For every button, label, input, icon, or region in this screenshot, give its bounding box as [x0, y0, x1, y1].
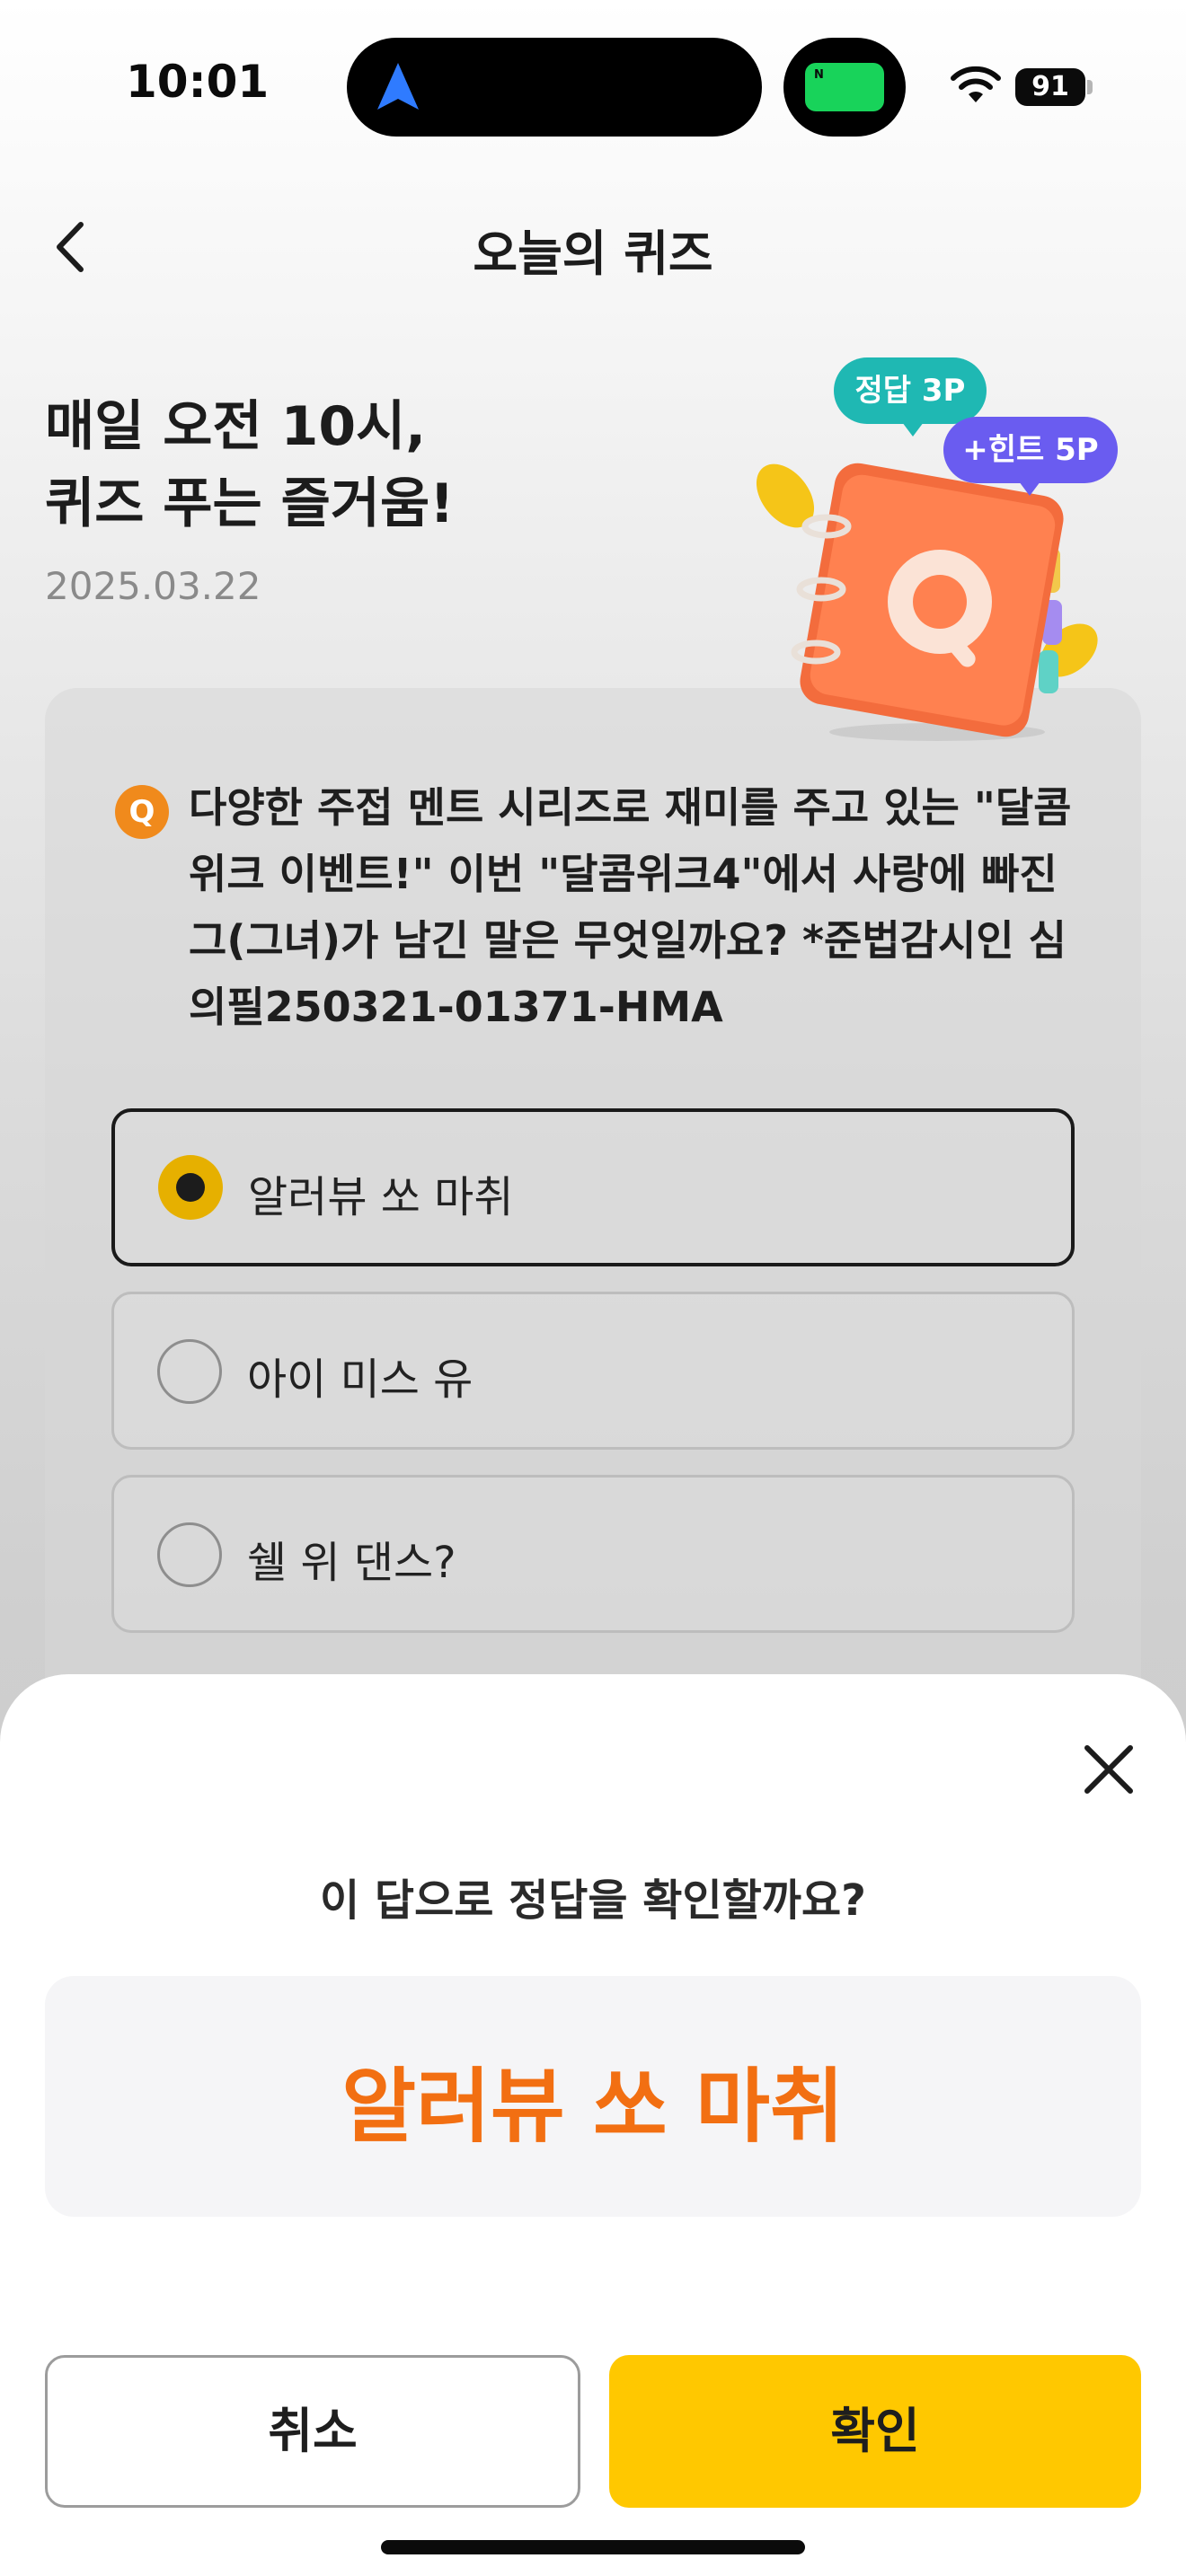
option-label: 쉘 위 댄스?: [247, 1538, 456, 1588]
quiz-date: 2025.03.22: [45, 564, 261, 608]
status-time: 10:01: [126, 56, 270, 108]
confirm-question: 이 답으로 정답을 확인할까요?: [320, 1875, 866, 1926]
live-activity[interactable]: N: [783, 38, 906, 137]
option-label: 아이 미스 유: [247, 1354, 474, 1405]
radio-icon[interactable]: [157, 1522, 222, 1587]
radio-icon[interactable]: [157, 1339, 222, 1404]
app-glyph-icon: N: [805, 63, 884, 111]
hero-title-line1: 매일 오전 10시,: [45, 395, 427, 458]
page-title: 오늘의 퀴즈: [473, 225, 713, 282]
option-2[interactable]: 아이 미스 유: [111, 1292, 1075, 1450]
radio-selected-icon[interactable]: [158, 1155, 223, 1220]
bubble-answer-points: 정답 3P: [834, 357, 987, 437]
home-indicator[interactable]: [381, 2540, 805, 2554]
option-1[interactable]: 알러뷰 쏘 마취: [111, 1108, 1075, 1266]
close-icon[interactable]: [1076, 1737, 1141, 1802]
selected-answer-text: 알러뷰 쏘 마취: [341, 2060, 845, 2154]
option-3[interactable]: 쉘 위 댄스?: [111, 1475, 1075, 1633]
battery-cap: [1087, 80, 1093, 94]
bubble-hint-points: +힌트 5P: [943, 417, 1118, 496]
navigation-arrow-icon: [377, 63, 419, 110]
wifi-icon: [951, 66, 1001, 102]
cancel-button[interactable]: 취소: [45, 2355, 580, 2508]
hero-title: 매일 오전 10시, 퀴즈 푸는 즐거움!: [45, 388, 455, 543]
confirm-button[interactable]: 확인: [609, 2355, 1141, 2508]
battery-icon: 91: [1015, 68, 1085, 106]
q-badge-icon: Q: [115, 785, 169, 839]
quiz-book-illustration: [756, 463, 1098, 741]
option-label: 알러뷰 쏘 마취: [248, 1172, 514, 1222]
question-text: 다양한 주접 멘트 시리즈로 재미를 주고 있는 "달콤위크 이벤트!" 이번 …: [189, 783, 1072, 1031]
hero-title-line2: 퀴즈 푸는 즐거움!: [45, 472, 455, 535]
